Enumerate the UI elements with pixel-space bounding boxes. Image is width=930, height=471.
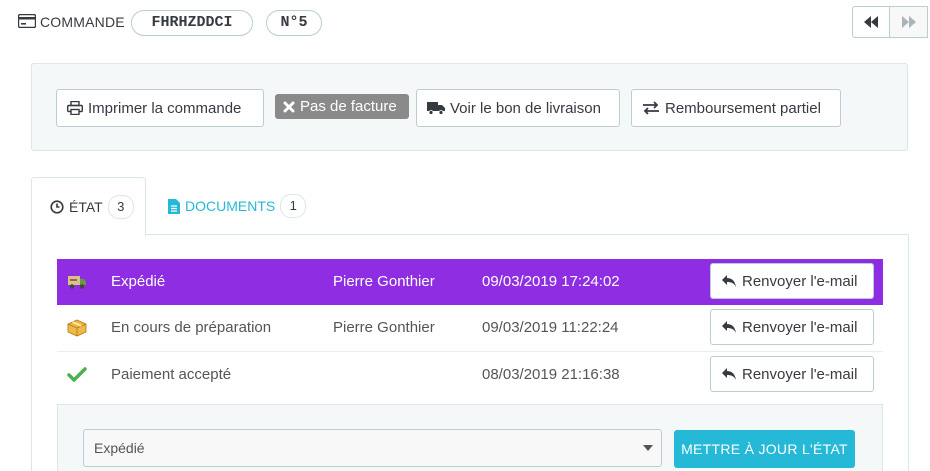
employee-name: Pierre Gonthier bbox=[333, 273, 435, 290]
delivery-slip-button[interactable]: Voir le bon de livraison bbox=[416, 89, 620, 127]
resend-email-label: Renvoyer l'e-mail bbox=[742, 365, 858, 383]
no-invoice-button[interactable]: Pas de facture bbox=[275, 94, 409, 119]
order-actions-panel: Imprimer la commande Pas de facture Voir… bbox=[31, 63, 908, 151]
print-order-label: Imprimer la commande bbox=[88, 99, 242, 117]
forward-icon bbox=[901, 16, 916, 28]
status-name: En cours de préparation bbox=[111, 319, 272, 336]
credit-card-icon bbox=[18, 14, 36, 28]
tab-etat-label: ÉTAT bbox=[69, 199, 103, 215]
chevron-down-icon bbox=[643, 445, 653, 451]
delivery-slip-label: Voir le bon de livraison bbox=[450, 99, 601, 117]
status-select-value: Expédié bbox=[94, 440, 145, 456]
status-name: Expédié bbox=[111, 273, 166, 290]
tab-etat-count: 3 bbox=[107, 195, 134, 219]
resend-email-button[interactable]: Renvoyer l'e-mail bbox=[710, 356, 874, 392]
order-tabs: ÉTAT 3 DOCUMENTS 1 bbox=[31, 177, 908, 236]
order-reference: FHRHZDDCI bbox=[131, 10, 253, 36]
reply-icon bbox=[722, 321, 736, 333]
close-icon bbox=[283, 101, 295, 112]
order-header: COMMANDE FHRHZDDCI N°5 bbox=[0, 0, 930, 46]
resend-email-button[interactable]: Renvoyer l'e-mail bbox=[710, 309, 874, 345]
tab-etat[interactable]: ÉTAT 3 bbox=[31, 177, 146, 236]
package-icon bbox=[67, 319, 87, 337]
partial-refund-label: Remboursement partiel bbox=[665, 99, 821, 117]
reply-icon bbox=[722, 368, 736, 380]
tab-documents-count: 1 bbox=[280, 194, 307, 218]
status-select[interactable]: Expédié bbox=[83, 429, 662, 467]
exchange-icon bbox=[643, 101, 659, 115]
backward-icon bbox=[864, 16, 878, 28]
checkmark-icon bbox=[67, 367, 87, 382]
no-invoice-label: Pas de facture bbox=[300, 98, 397, 115]
partial-refund-button[interactable]: Remboursement partiel bbox=[631, 89, 841, 127]
truck-icon bbox=[68, 276, 86, 289]
status-date: 09/03/2019 17:24:02 bbox=[482, 273, 620, 290]
resend-email-label: Renvoyer l'e-mail bbox=[742, 318, 858, 336]
status-date: 08/03/2019 21:16:38 bbox=[482, 366, 620, 383]
update-status-panel: Expédié METTRE À JOUR L'ÉTAT bbox=[57, 404, 883, 471]
table-row: En cours de préparation Pierre Gonthier … bbox=[57, 305, 883, 352]
status-date: 09/03/2019 11:22:24 bbox=[482, 319, 619, 336]
employee-name: Pierre Gonthier bbox=[333, 319, 435, 336]
print-order-button[interactable]: Imprimer la commande bbox=[56, 89, 264, 127]
reply-icon bbox=[722, 275, 736, 287]
document-icon bbox=[168, 198, 180, 214]
status-name: Paiement accepté bbox=[111, 366, 232, 383]
printer-icon bbox=[67, 101, 83, 115]
previous-order-button[interactable] bbox=[852, 6, 890, 38]
update-status-button[interactable]: METTRE À JOUR L'ÉTAT bbox=[674, 430, 855, 468]
order-navigation bbox=[852, 6, 930, 38]
clock-icon bbox=[50, 200, 64, 214]
order-number: N°5 bbox=[266, 10, 322, 36]
page-title: COMMANDE bbox=[40, 14, 125, 30]
truck-icon bbox=[427, 102, 445, 115]
tab-documents[interactable]: DOCUMENTS 1 bbox=[168, 177, 318, 235]
resend-email-button[interactable]: Renvoyer l'e-mail bbox=[710, 263, 874, 299]
status-history-table: Expédié Pierre Gonthier 09/03/2019 17:24… bbox=[57, 259, 883, 398]
table-row: Expédié Pierre Gonthier 09/03/2019 17:24… bbox=[57, 259, 883, 305]
tab-documents-label: DOCUMENTS bbox=[185, 198, 276, 214]
table-row: Paiement accepté 08/03/2019 21:16:38 Ren… bbox=[57, 352, 883, 398]
next-order-button[interactable] bbox=[890, 6, 928, 38]
resend-email-label: Renvoyer l'e-mail bbox=[742, 272, 858, 290]
